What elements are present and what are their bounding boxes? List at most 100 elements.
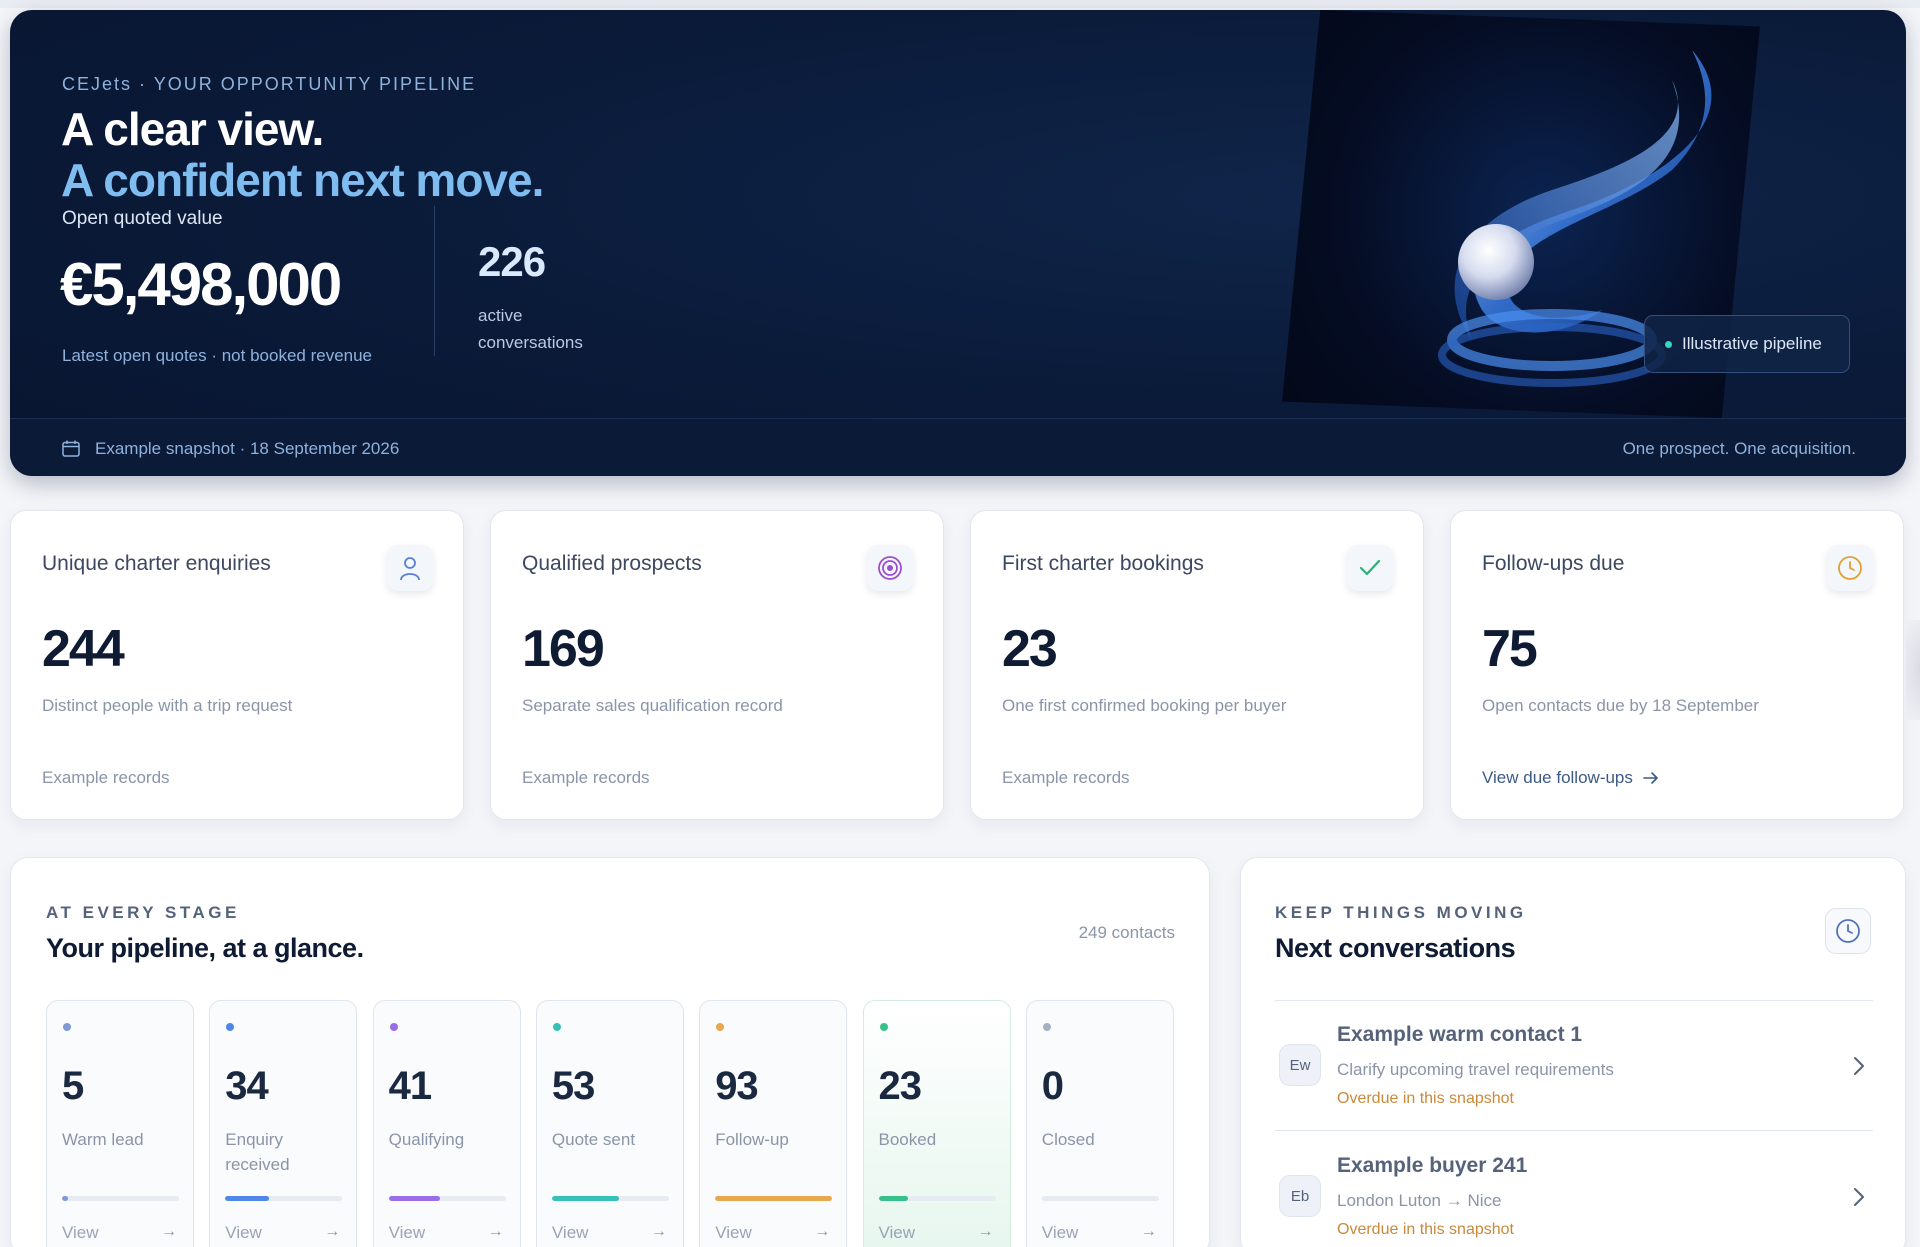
stage-view-link[interactable]: View bbox=[389, 1223, 426, 1243]
stat-card-bookings: First charter bookings 23 One first conf… bbox=[970, 510, 1424, 820]
chevron-right-icon bbox=[1854, 1057, 1864, 1075]
arrow-right-icon bbox=[1643, 772, 1658, 784]
stat-title: Qualified prospects bbox=[522, 552, 702, 575]
pipeline-panel: AT EVERY STAGE Your pipeline, at a glanc… bbox=[10, 857, 1210, 1247]
stat-value: 75 bbox=[1482, 620, 1538, 678]
stage-card[interactable]: 23 Booked View → bbox=[862, 1000, 1011, 1247]
stage-progress-bar bbox=[225, 1196, 343, 1201]
stage-count: 0 bbox=[1041, 1064, 1064, 1108]
avatar: Eb bbox=[1279, 1175, 1321, 1217]
stage-label: Closed bbox=[1041, 1130, 1095, 1149]
person-icon bbox=[387, 545, 433, 591]
edge-shadow bbox=[1906, 620, 1920, 720]
contacts-count: 249 contacts bbox=[1078, 923, 1175, 942]
stage-count: 53 bbox=[551, 1064, 595, 1108]
arrow-right-icon[interactable]: → bbox=[161, 1223, 177, 1241]
stage-view-link[interactable]: View bbox=[62, 1223, 99, 1243]
stage-progress-bar bbox=[715, 1196, 833, 1201]
stage-card[interactable]: 5 Warm lead View → bbox=[46, 1000, 194, 1247]
clock-icon bbox=[1827, 545, 1873, 591]
pipeline-title: Your pipeline, at a glance. bbox=[46, 933, 364, 963]
schedule-button[interactable] bbox=[1825, 908, 1871, 954]
open-value: €5,498,000 bbox=[60, 251, 342, 318]
stage-dot bbox=[389, 1023, 398, 1031]
stage-view-link[interactable]: View bbox=[879, 1223, 916, 1243]
stage-label: Booked bbox=[878, 1130, 937, 1149]
stage-label: Follow-up bbox=[715, 1130, 789, 1149]
stat-card-followups: Follow-ups due 75 Open contacts due by 1… bbox=[1450, 510, 1904, 820]
stage-card[interactable]: 41 Qualifying View → bbox=[372, 1000, 521, 1247]
active-count-label: active conversations bbox=[478, 306, 583, 352]
next-conversations-panel: KEEP THINGS MOVING Next conversations Ew… bbox=[1240, 857, 1906, 1247]
stat-footnote: Example records bbox=[42, 768, 170, 787]
stat-description: Open contacts due by 18 September bbox=[1482, 696, 1759, 715]
view-due-followups-link[interactable]: View due follow-ups bbox=[1482, 768, 1659, 788]
next-title: Next conversations bbox=[1275, 933, 1516, 963]
conversation-name: Example warm contact 1 bbox=[1337, 1023, 1583, 1046]
arrow-right-icon[interactable]: → bbox=[814, 1223, 830, 1241]
stat-card-enquiries: Unique charter enquiries 244 Distinct pe… bbox=[10, 510, 464, 820]
conversation-subject: Clarify upcoming travel requirements bbox=[1337, 1060, 1614, 1079]
stage-dot bbox=[552, 1023, 561, 1031]
hero-banner: CEJets · YOUR OPPORTUNITY PIPELINE A cle… bbox=[10, 10, 1906, 476]
stage-progress-fill bbox=[62, 1196, 68, 1201]
hero-eyebrow: CEJets · YOUR OPPORTUNITY PIPELINE bbox=[62, 74, 477, 94]
active-count: 226 bbox=[478, 238, 546, 285]
stat-value: 244 bbox=[42, 620, 125, 678]
open-value-note: Latest open quotes · not booked revenue bbox=[62, 346, 373, 365]
stage-progress-bar bbox=[62, 1196, 179, 1201]
stage-progress-fill bbox=[388, 1196, 441, 1201]
stat-title: First charter bookings bbox=[1002, 552, 1204, 575]
arrow-right-icon[interactable]: → bbox=[978, 1223, 994, 1241]
stage-card[interactable]: 0 Closed View → bbox=[1025, 1000, 1174, 1247]
stat-value: 23 bbox=[1002, 620, 1058, 678]
stage-card[interactable]: 93 Follow-up View → bbox=[699, 1000, 848, 1247]
stage-progress-bar bbox=[388, 1196, 506, 1201]
stat-value: 169 bbox=[522, 620, 605, 678]
stage-dot bbox=[1042, 1023, 1051, 1031]
stat-title: Follow-ups due bbox=[1482, 552, 1625, 575]
arrow-right-icon[interactable]: → bbox=[1141, 1223, 1157, 1241]
stage-count: 34 bbox=[225, 1064, 268, 1108]
stage-view-link[interactable]: View bbox=[715, 1223, 752, 1243]
stage-card[interactable]: 34 Enquiry received View → bbox=[209, 1000, 358, 1247]
target-icon bbox=[867, 545, 913, 591]
next-eyebrow: KEEP THINGS MOVING bbox=[1275, 903, 1527, 922]
stage-dot bbox=[226, 1023, 235, 1031]
stage-label: Warm lead bbox=[62, 1130, 144, 1149]
divider bbox=[1275, 1000, 1873, 1001]
stat-card-qualified: Qualified prospects 169 Separate sales q… bbox=[490, 510, 944, 820]
stage-dot bbox=[716, 1023, 725, 1031]
stage-progress-bar bbox=[551, 1196, 669, 1201]
conversation-status: Overdue in this snapshot bbox=[1337, 1221, 1514, 1238]
stage-view-link[interactable]: View bbox=[225, 1223, 262, 1243]
stage-count: 93 bbox=[715, 1064, 758, 1108]
avatar: Ew bbox=[1279, 1044, 1321, 1086]
hero-title: A clear view. bbox=[61, 103, 324, 155]
hero-tagline: One prospect. One acquisition. bbox=[1622, 439, 1856, 458]
stat-title: Unique charter enquiries bbox=[42, 552, 271, 575]
conversation-name: Example buyer 241 bbox=[1337, 1154, 1528, 1177]
stage-dot bbox=[63, 1023, 71, 1031]
arrow-right-icon[interactable]: → bbox=[651, 1223, 667, 1241]
stage-progress-fill bbox=[878, 1196, 908, 1201]
stage-view-link[interactable]: View bbox=[1042, 1223, 1079, 1243]
stat-description: One first confirmed booking per buyer bbox=[1002, 696, 1287, 715]
stage-progress-bar bbox=[878, 1196, 996, 1201]
stage-count: 23 bbox=[878, 1064, 922, 1108]
arrow-right-icon[interactable]: → bbox=[324, 1223, 340, 1241]
stage-view-link[interactable]: View bbox=[552, 1223, 589, 1243]
stage-progress-fill bbox=[715, 1196, 833, 1201]
link-label: View due follow-ups bbox=[1482, 768, 1633, 787]
clock-icon bbox=[1836, 919, 1860, 943]
stage-progress-bar bbox=[1041, 1196, 1159, 1201]
conversation-status: Overdue in this snapshot bbox=[1337, 1090, 1514, 1107]
stage-dot bbox=[879, 1023, 888, 1031]
stat-description: Separate sales qualification record bbox=[522, 696, 783, 715]
illustrative-pipeline-badge: Illustrative pipeline bbox=[1644, 315, 1850, 373]
stage-card[interactable]: 53 Quote sent View → bbox=[535, 1000, 684, 1247]
stage-label: Quote sent bbox=[551, 1130, 636, 1149]
arrow-right-icon[interactable]: → bbox=[488, 1223, 504, 1241]
check-icon bbox=[1347, 545, 1393, 591]
chevron-right-icon bbox=[1854, 1188, 1864, 1206]
